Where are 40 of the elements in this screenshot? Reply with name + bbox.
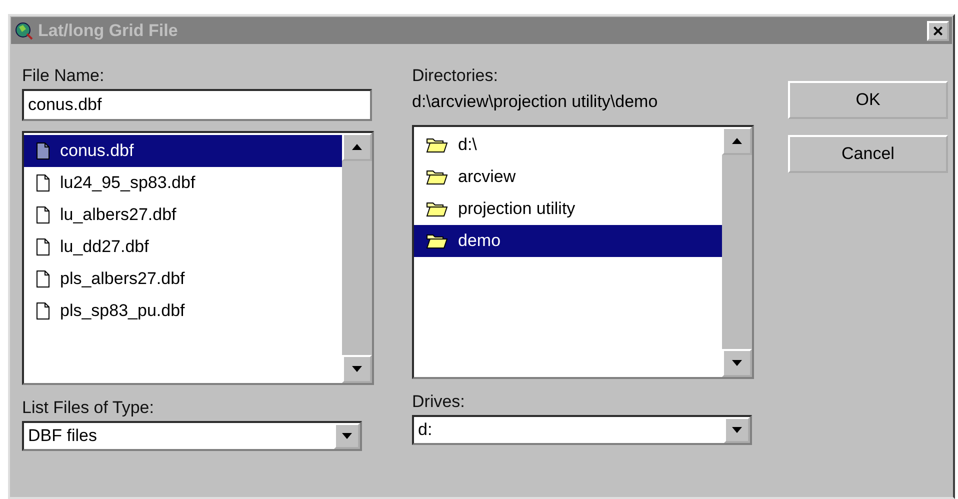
folder-icon [426, 201, 448, 217]
file-item[interactable]: lu_albers27.dbf [24, 199, 342, 231]
folder-icon [426, 137, 448, 153]
down-arrow-icon [732, 360, 742, 366]
document-icon [36, 302, 50, 320]
document-icon [36, 174, 50, 192]
file-item[interactable]: conus.dbf [24, 135, 342, 167]
up-arrow-icon [352, 144, 362, 150]
folder-item[interactable]: projection utility [414, 193, 722, 225]
file-item[interactable]: pls_albers27.dbf [24, 263, 342, 295]
folder-item[interactable]: d:\ [414, 129, 722, 161]
dropdown-arrow-icon [732, 427, 742, 433]
directory-path: d:\arcview\projection utility\demo [412, 91, 659, 113]
scrollbar[interactable] [722, 127, 752, 377]
file-type-dropdown[interactable]: DBF files [22, 421, 362, 451]
file-item[interactable]: pls_sp83_pu.dbf [24, 295, 342, 327]
up-arrow-icon [732, 138, 742, 144]
folder-item[interactable]: demo [414, 225, 722, 257]
file-item[interactable]: lu24_95_sp83.dbf [24, 167, 342, 199]
close-button[interactable]: × [927, 20, 949, 40]
cancel-button[interactable]: Cancel [788, 135, 948, 173]
document-icon [36, 142, 50, 160]
window-title: Lat/long Grid File [38, 20, 179, 40]
folder-icon [426, 169, 448, 185]
file-name-field[interactable]: conus.dbf [22, 89, 372, 121]
document-icon [36, 238, 50, 256]
drives-dropdown[interactable]: d: [412, 415, 752, 445]
field-label: Directories: [412, 65, 499, 87]
file-item[interactable]: lu_dd27.dbf [24, 231, 342, 263]
field-label: List Files of Type: [22, 397, 155, 419]
field-label: Drives: [412, 391, 466, 413]
dropdown-arrow-icon [342, 433, 352, 439]
folder-item[interactable]: arcview [414, 161, 722, 193]
folder-icon [426, 233, 448, 249]
down-arrow-icon [352, 366, 362, 372]
document-icon [36, 270, 50, 288]
document-icon [36, 206, 50, 224]
scrollbar[interactable] [342, 133, 372, 383]
ok-button[interactable]: OK [788, 81, 948, 119]
field-label: File Name: [22, 65, 106, 87]
